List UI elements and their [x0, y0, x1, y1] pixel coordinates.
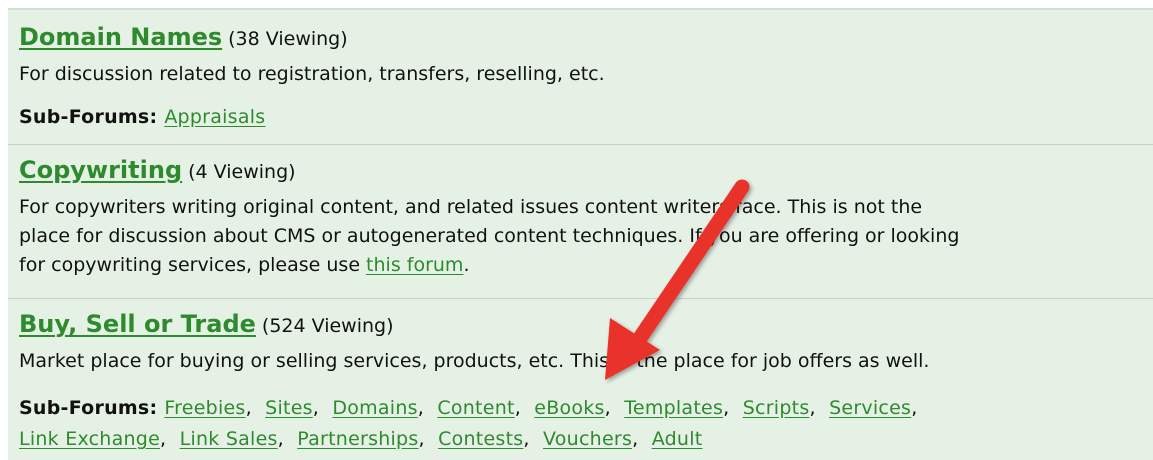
- forum-description: For discussion related to registration, …: [19, 63, 605, 85]
- forum-row-copywriting: Copywriting (4 Viewing) For copywriters w…: [8, 145, 1153, 299]
- subforum-link-contests[interactable]: Contests: [438, 428, 523, 450]
- subforum-link-vouchers[interactable]: Vouchers: [543, 428, 632, 450]
- subforum-link-content[interactable]: Content: [437, 397, 514, 419]
- subforum-link-domains[interactable]: Domains: [332, 397, 417, 419]
- subforum-link-sites[interactable]: Sites: [265, 397, 313, 419]
- forum-title-line: Domain Names (38 Viewing): [19, 22, 348, 55]
- forum-title-domain-names[interactable]: Domain Names: [19, 23, 222, 51]
- description-line: for copywriting services, please use thi…: [19, 251, 959, 280]
- forum-title-buy-sell-trade[interactable]: Buy, Sell or Trade: [19, 310, 256, 338]
- forum-description: For copywriters writing original content…: [19, 193, 959, 280]
- subforums: Sub-Forums: Freebies, Sites, Domains, Con…: [19, 393, 918, 455]
- subforum-link-freebies[interactable]: Freebies: [164, 397, 245, 419]
- subforum-link-appraisals[interactable]: Appraisals: [164, 106, 265, 128]
- forum-title-copywriting[interactable]: Copywriting: [19, 156, 182, 184]
- description-line: place for discussion about CMS or autoge…: [19, 225, 960, 247]
- subforums-label: Sub-Forums:: [19, 397, 158, 419]
- description-line: For copywriters writing original content…: [19, 196, 923, 218]
- viewing-count: (524 Viewing): [261, 315, 394, 337]
- subforums-label: Sub-Forums:: [19, 106, 158, 128]
- subforums: Sub-Forums: Appraisals: [19, 102, 265, 133]
- subforum-link-services[interactable]: Services: [829, 397, 911, 419]
- description-end: .: [463, 254, 470, 276]
- forum-row-domain-names: Domain Names (38 Viewing) For discussion …: [8, 10, 1153, 145]
- subforum-link-ebooks[interactable]: eBooks: [534, 397, 604, 419]
- subforums-line: Link Exchange, Link Sales, Partnerships,…: [19, 428, 703, 450]
- forum-title-line: Buy, Sell or Trade (524 Viewing): [19, 309, 394, 342]
- subforum-link-scripts[interactable]: Scripts: [743, 397, 810, 419]
- subforums-line: Sub-Forums: Freebies, Sites, Domains, Con…: [19, 397, 918, 419]
- viewing-count: (38 Viewing): [228, 28, 348, 50]
- description-text: for copywriting services, please use: [19, 254, 367, 276]
- subforum-link-link-sales[interactable]: Link Sales: [180, 428, 278, 450]
- subforum-link-partnerships[interactable]: Partnerships: [297, 428, 418, 450]
- forum-title-line: Copywriting (4 Viewing): [19, 155, 296, 188]
- forum-list: Domain Names (38 Viewing) For discussion …: [8, 8, 1153, 460]
- subforum-link-adult[interactable]: Adult: [652, 428, 703, 450]
- this-forum-link[interactable]: this forum: [366, 254, 463, 276]
- forum-description: Market place for buying or selling servi…: [19, 350, 930, 372]
- subforum-link-templates[interactable]: Templates: [624, 397, 723, 419]
- forum-row-buy-sell-trade: Buy, Sell or Trade (524 Viewing) Market p…: [8, 299, 1153, 460]
- viewing-count: (4 Viewing): [188, 161, 296, 183]
- subforum-link-link-exchange[interactable]: Link Exchange: [19, 428, 160, 450]
